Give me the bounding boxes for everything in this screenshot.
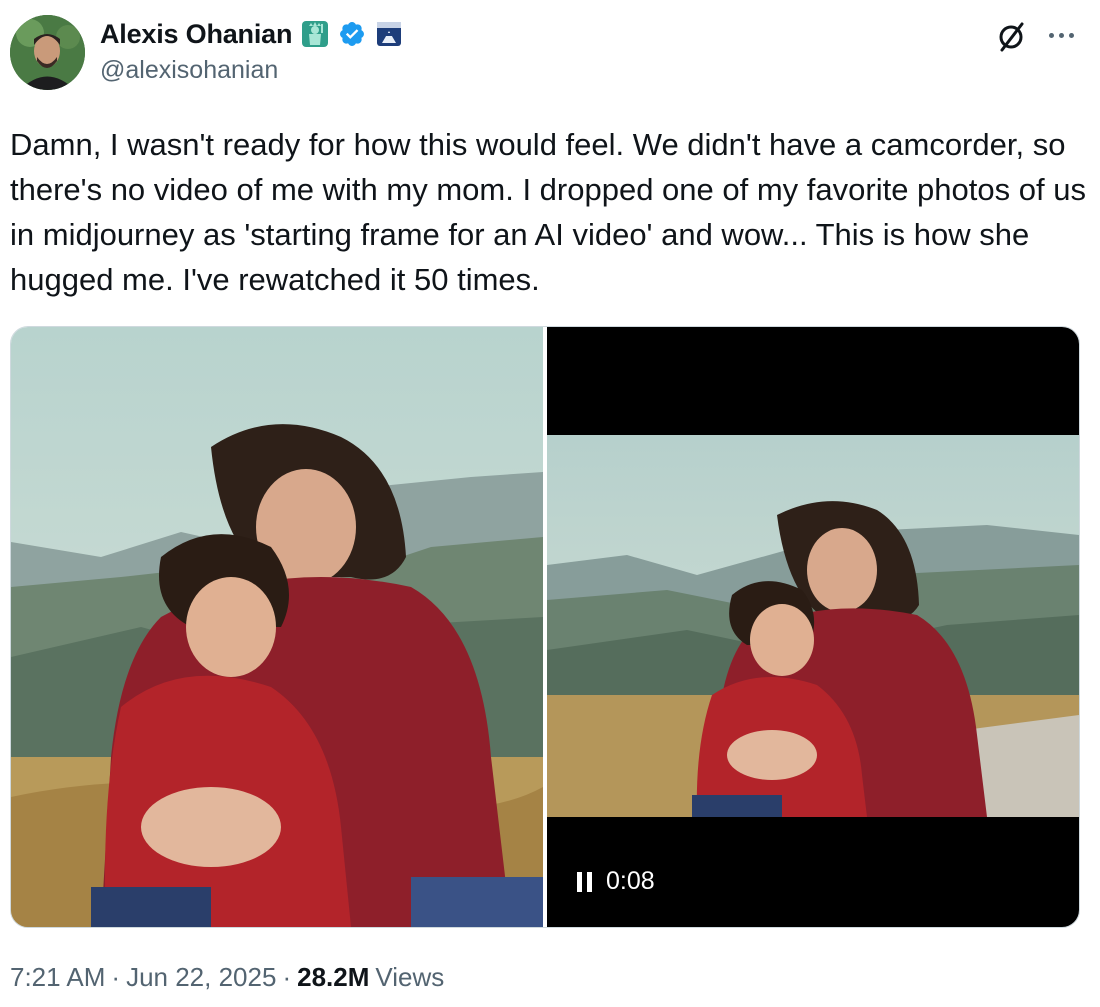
tweet-date[interactable]: Jun 22, 2025: [126, 962, 276, 993]
photo-image: [11, 327, 543, 927]
photo-mother-and-son[interactable]: [11, 327, 543, 927]
views-label: Views: [375, 962, 445, 992]
dot: [1048, 32, 1054, 38]
video-frame: [547, 435, 1079, 817]
tweet-time[interactable]: 7:21 AM: [10, 962, 105, 993]
video-player[interactable]: 0:08: [547, 327, 1079, 927]
author-name-row: Alexis Ohanian: [100, 16, 404, 52]
statue-of-liberty-icon: [300, 19, 330, 49]
meta-separator: ·: [111, 962, 121, 992]
media-grid: 0:08: [10, 326, 1080, 928]
dot: [1058, 32, 1064, 38]
author-display-name[interactable]: Alexis Ohanian: [100, 19, 292, 50]
avatar[interactable]: [10, 15, 85, 90]
dot: [1068, 32, 1074, 38]
more-options-icon[interactable]: [1042, 22, 1080, 48]
video-timestamp: 0:08: [606, 867, 655, 895]
video-controls: 0:08: [577, 867, 655, 896]
meta-separator: ·: [282, 962, 292, 992]
author-handle[interactable]: @alexisohanian: [100, 56, 278, 85]
grok-slash-icon[interactable]: [996, 20, 1028, 52]
avatar-image: [10, 15, 85, 90]
verified-badge-icon[interactable]: [338, 20, 366, 48]
tweet-text: Damn, I wasn't ready for how this would …: [10, 127, 1086, 297]
tweet-meta: 7:21 AM · Jun 22, 2025 · 28.2M Views: [10, 962, 444, 993]
views-count: 28.2M: [297, 962, 370, 992]
776-flag-icon: [374, 19, 404, 49]
pause-icon[interactable]: [577, 871, 592, 892]
